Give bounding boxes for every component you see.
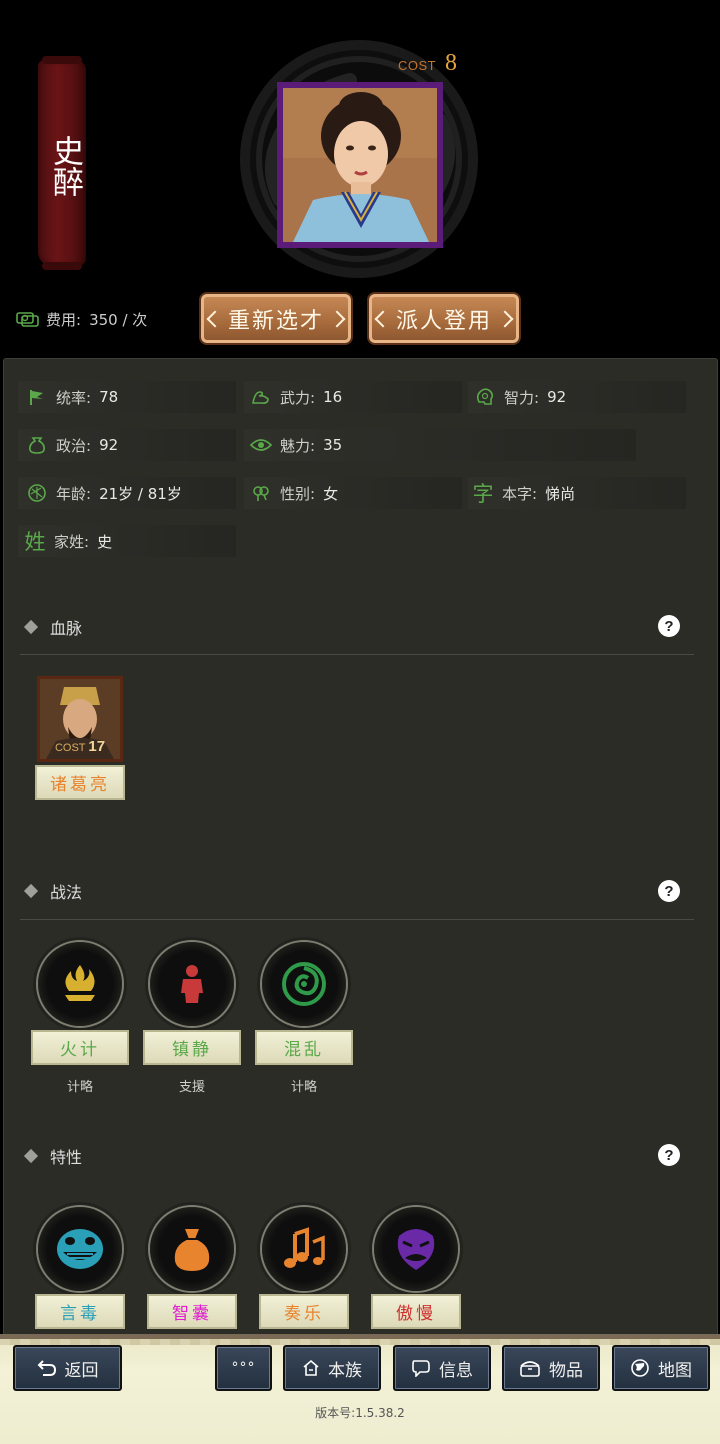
version-label: 版本号:1.5.38.2 — [315, 1406, 405, 1420]
clan-button[interactable]: 本族 — [283, 1345, 381, 1391]
tactic-calm-type: 支援 — [178, 1080, 205, 1095]
bloodline-section-title: 血脉 — [23, 612, 82, 642]
dispatch-button[interactable]: 派人登用 — [367, 292, 521, 345]
brain-icon — [474, 386, 496, 408]
info-button[interactable]: 信息 — [393, 1345, 491, 1391]
money-icon — [16, 312, 39, 327]
figure-icon — [181, 965, 203, 1003]
scowl-mask-icon — [397, 1229, 435, 1270]
trait-venom-tongue-label[interactable]: 言毒 — [35, 1294, 125, 1329]
sack-icon — [174, 1229, 210, 1271]
gender-icon — [250, 482, 272, 504]
flag-icon — [26, 386, 48, 408]
stat-courtesy-name: 字 本字: 悌尚 — [472, 482, 576, 506]
chat-bubble-icon — [412, 1360, 430, 1377]
name-banner: 史醉 — [38, 56, 86, 270]
stat-intelligence: 智力: 92 — [474, 381, 566, 413]
trait-music-label[interactable]: 奏乐 — [259, 1294, 349, 1329]
trait-wise-sack-label[interactable]: 智囊 — [147, 1294, 237, 1329]
tactic-confusion-button[interactable] — [262, 942, 346, 1026]
tactic-confusion-label[interactable]: 混乱 — [255, 1030, 353, 1065]
globe-icon — [631, 1359, 649, 1377]
stat-command: 统率: 78 — [26, 381, 118, 413]
character-name: 史醉 — [47, 135, 83, 197]
stat-age: 年龄: 21岁 / 81岁 — [26, 477, 182, 509]
surname-icon: 姓 — [24, 530, 46, 554]
money-bag-icon — [26, 434, 48, 456]
diamond-icon — [23, 1148, 39, 1164]
stat-strength: 武力: 16 — [250, 381, 342, 413]
map-button[interactable]: 地图 — [612, 1345, 710, 1391]
bloodline-name-label[interactable]: 诸葛亮 — [35, 765, 125, 800]
diamond-icon — [23, 619, 39, 635]
tactic-calm-label[interactable]: 镇静 — [143, 1030, 241, 1065]
cost-value: 8 — [445, 50, 457, 76]
age-icon — [26, 482, 48, 504]
swirl-icon — [282, 962, 326, 1006]
character-header: 史醉 COST 8 费用: 350 / 次 重新选才 派人登用 — [0, 0, 720, 358]
fire-icon — [65, 965, 95, 1001]
arm-icon — [250, 386, 272, 408]
tactic-fire-label[interactable]: 火计 — [31, 1030, 129, 1065]
tactic-confusion-type: 计略 — [290, 1080, 317, 1095]
fee-label: 费用: — [46, 310, 82, 329]
trait-arrogance-label[interactable]: 傲慢 — [371, 1294, 461, 1329]
stat-gender: 性别: 女 — [250, 477, 338, 509]
traits-section-title: 特性 — [23, 1141, 82, 1171]
courtesy-name-icon: 字 — [472, 482, 494, 506]
tactic-fire-button[interactable] — [38, 942, 122, 1026]
character-portrait[interactable] — [277, 82, 443, 248]
diamond-icon — [23, 883, 39, 899]
items-button[interactable]: 物品 — [502, 1345, 600, 1391]
traits-help-button[interactable]: ? — [658, 1144, 680, 1166]
stat-politics: 政治: 92 — [26, 429, 118, 461]
bloodline-help-button[interactable]: ? — [658, 615, 680, 637]
chest-icon — [520, 1361, 540, 1377]
music-note-icon — [284, 1227, 325, 1268]
bloodline-cost: COST 17 — [54, 738, 106, 755]
eye-icon — [250, 434, 272, 456]
bloodline-portrait[interactable]: COST 17 — [37, 676, 123, 762]
back-button[interactable]: 返回 — [13, 1345, 122, 1391]
more-button[interactable]: °°° — [215, 1345, 272, 1391]
stat-charm: 魅力: 35 — [250, 429, 342, 461]
back-arrow-icon — [37, 1360, 56, 1376]
cost-label: COST — [398, 58, 437, 73]
clan-house-icon — [303, 1359, 319, 1376]
trait-wise-sack-button[interactable] — [150, 1207, 234, 1291]
fee-row: 费用: 350 / 次 — [16, 306, 147, 332]
trait-arrogance-button[interactable] — [374, 1207, 458, 1291]
reselect-button[interactable]: 重新选才 — [199, 292, 353, 345]
trait-venom-tongue-button[interactable] — [38, 1207, 122, 1291]
tactic-calm-button[interactable] — [150, 942, 234, 1026]
tactics-help-button[interactable]: ? — [658, 880, 680, 902]
fee-value: 350 / 次 — [89, 310, 148, 329]
trait-music-button[interactable] — [262, 1207, 346, 1291]
tactics-section-title: 战法 — [23, 876, 82, 906]
stat-family-name: 姓 家姓: 史 — [24, 530, 113, 554]
tactic-fire-type: 计略 — [66, 1080, 93, 1095]
grin-mask-icon — [57, 1229, 103, 1269]
